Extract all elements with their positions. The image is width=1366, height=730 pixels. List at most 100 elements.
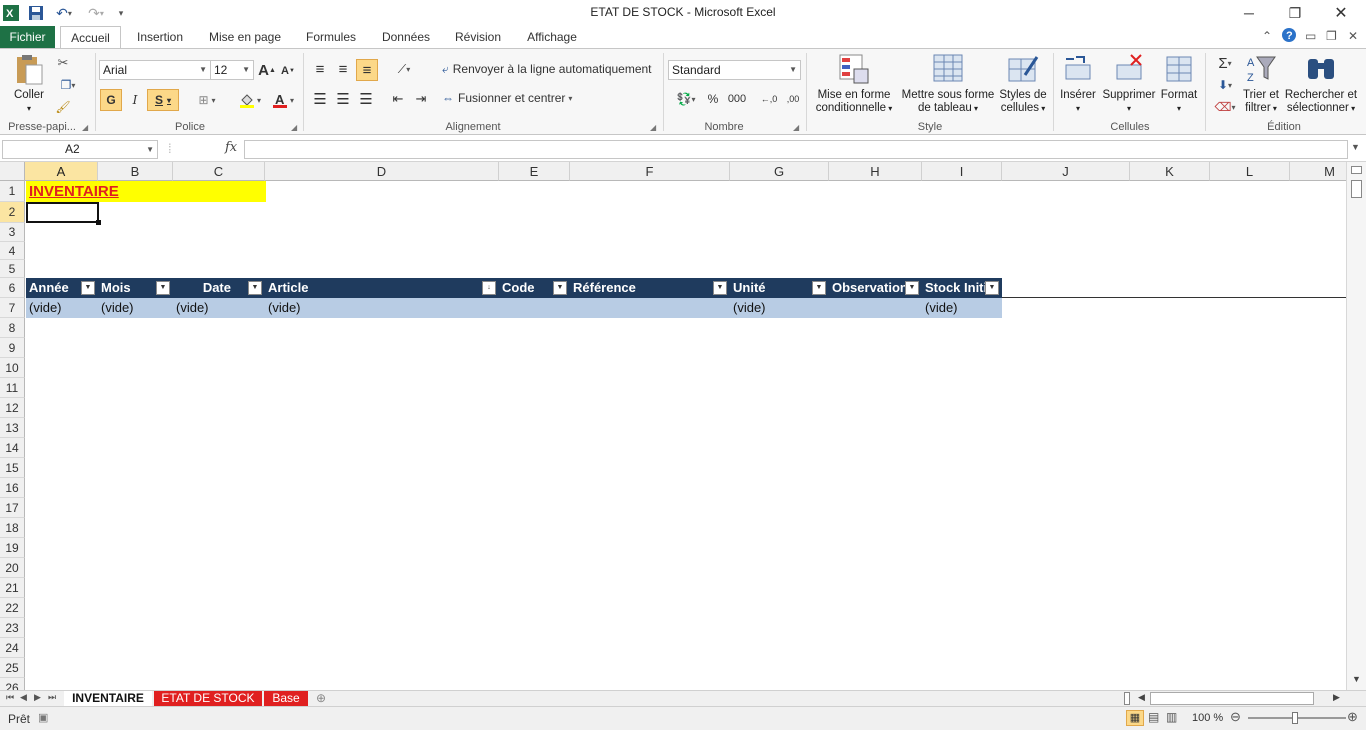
row-header[interactable]: 2 [0,202,25,223]
row-header[interactable]: 13 [0,418,25,438]
format-as-table-button[interactable]: Mettre sous forme de tableau ▾ [898,53,998,115]
table-header-unite[interactable]: Unité ▼ [730,278,829,298]
table-cell[interactable]: (vide) [98,298,173,318]
close-button[interactable]: ✕ [1318,0,1364,26]
table-cell[interactable]: (vide) [922,298,1002,318]
table-header-date[interactable]: Date ▼ [173,278,265,298]
row-header[interactable]: 26 [0,678,25,690]
table-cell[interactable] [829,298,922,318]
copy-icon[interactable]: ❐ ▾ [54,76,82,94]
new-sheet-icon[interactable]: ⊕ [316,691,326,705]
column-header-b[interactable]: B [98,162,173,181]
row-header[interactable]: 18 [0,518,25,538]
macro-record-icon[interactable]: ▣ [38,711,48,724]
sheet-title[interactable]: INVENTAIRE [29,181,119,202]
column-header-a[interactable]: A [25,162,98,181]
row-header[interactable]: 8 [0,318,25,338]
zoom-in-icon[interactable]: ⊕ [1347,709,1358,725]
sort-filter-button[interactable]: AZ Trier et filtrer ▾ [1238,53,1284,115]
row-header[interactable]: 19 [0,538,25,558]
tab-split-handle[interactable] [1124,692,1130,705]
column-header-l[interactable]: L [1210,162,1290,181]
tab-accueil[interactable]: Accueil [60,26,121,49]
doc-close-icon[interactable]: ✕ [1348,29,1358,43]
table-cell[interactable]: (vide) [26,298,98,318]
vertical-scrollbar[interactable]: ▼ [1346,162,1366,690]
row-header[interactable]: 9 [0,338,25,358]
tab-formules[interactable]: Formules [298,26,364,48]
fill-color-icon[interactable]: ▾ [235,89,265,111]
column-header-c[interactable]: C [173,162,265,181]
italic-button[interactable]: I [125,89,145,111]
split-box-icon[interactable] [1351,166,1362,174]
decrease-decimal-button[interactable]: ,00 [782,89,804,109]
column-header-d[interactable]: D [265,162,499,181]
align-right-icon[interactable]: ☰ [356,89,376,109]
percent-button[interactable]: % [704,89,722,109]
table-cell[interactable]: (vide) [730,298,829,318]
increase-indent-icon[interactable]: ⇥ [411,89,431,109]
zoom-out-icon[interactable]: ⊖ [1230,709,1241,725]
restore-button[interactable]: ❐ [1272,0,1318,26]
filter-dropdown-icon[interactable]: ▼ [156,281,170,295]
sort-filter-dropdown-icon[interactable]: ↓ [482,281,496,295]
increase-decimal-button[interactable]: ←,0 [758,89,780,109]
clear-icon[interactable]: ⌫ ▾ [1212,98,1238,116]
filter-dropdown-icon[interactable]: ▼ [985,281,999,295]
merge-center-button[interactable]: ⇔ Fusionner et centrer ▾ [442,88,572,108]
cell-styles-button[interactable]: Styles de cellules ▾ [996,53,1050,115]
zoom-slider-thumb[interactable] [1292,712,1298,724]
help-icon[interactable]: ? [1281,27,1297,46]
row-header[interactable]: 21 [0,578,25,598]
delete-button[interactable]: Supprimer ▾ [1100,53,1158,115]
next-sheet-icon[interactable]: ▶ [34,692,41,703]
scroll-right-icon[interactable]: ▶ [1333,692,1340,703]
thousands-button[interactable]: 000 [726,89,748,109]
table-header-stock-initial[interactable]: Stock Initi ▼ [922,278,1002,298]
borders-icon[interactable]: ⊞ ▾ [192,89,222,111]
autosum-icon[interactable]: Σ ▾ [1212,54,1238,72]
last-sheet-icon[interactable]: ⏭ [48,692,56,703]
column-header-g[interactable]: G [730,162,829,181]
column-header-e[interactable]: E [499,162,570,181]
first-sheet-icon[interactable]: ⏮ [6,692,14,703]
cut-icon[interactable]: ✂ [54,54,72,72]
fill-handle[interactable] [96,220,101,225]
sheet-tab-inventaire[interactable]: INVENTAIRE [64,691,152,707]
find-select-button[interactable]: Rechercher et sélectionner ▾ [1284,53,1358,115]
expand-formula-icon[interactable]: ▼ [1351,142,1360,152]
tab-affichage[interactable]: Affichage [518,26,586,48]
column-header-f[interactable]: F [570,162,730,181]
row-header[interactable]: 25 [0,658,25,678]
align-left-icon[interactable]: ☰ [310,89,330,109]
row-header[interactable]: 6 [0,278,25,298]
insert-function-button[interactable]: fx [225,140,237,155]
filter-dropdown-icon[interactable]: ▼ [905,281,919,295]
row-header[interactable]: 17 [0,498,25,518]
bold-button[interactable]: G [100,89,122,111]
number-launcher-icon[interactable]: ◢ [793,123,799,132]
row-header[interactable]: 20 [0,558,25,578]
sheet-tab-base[interactable]: Base [264,691,308,707]
row-header[interactable]: 22 [0,598,25,618]
filter-dropdown-icon[interactable]: ▼ [81,281,95,295]
filter-dropdown-icon[interactable]: ▼ [713,281,727,295]
row-header[interactable]: 15 [0,458,25,478]
table-cell[interactable]: (vide) [173,298,265,318]
normal-view-icon[interactable]: ▦ [1126,710,1144,726]
tab-fichier[interactable]: Fichier [0,26,55,48]
page-layout-view-icon[interactable]: ▤ [1148,710,1159,724]
spreadsheet-grid[interactable]: A B C D E F G H I J K L M 1 2 3 4 5 6 7 … [0,162,1346,690]
name-box[interactable]: A2 ▼ [2,140,158,159]
scroll-thumb[interactable] [1351,180,1362,198]
prev-sheet-icon[interactable]: ◀ [20,692,27,703]
row-header[interactable]: 23 [0,618,25,638]
table-header-mois[interactable]: Mois ▼ [98,278,173,298]
table-header-annee[interactable]: Année ▼ [26,278,98,298]
scroll-down-icon[interactable]: ▼ [1352,674,1361,684]
wrap-text-button[interactable]: ⤶ Renvoyer à la ligne automatiquement [442,59,652,79]
minimize-ribbon-icon[interactable]: ⌃ [1262,29,1272,43]
font-color-icon[interactable]: A ▾ [268,89,298,111]
column-header-m[interactable]: M [1290,162,1346,181]
align-bottom-icon[interactable]: ≡ [356,59,378,81]
